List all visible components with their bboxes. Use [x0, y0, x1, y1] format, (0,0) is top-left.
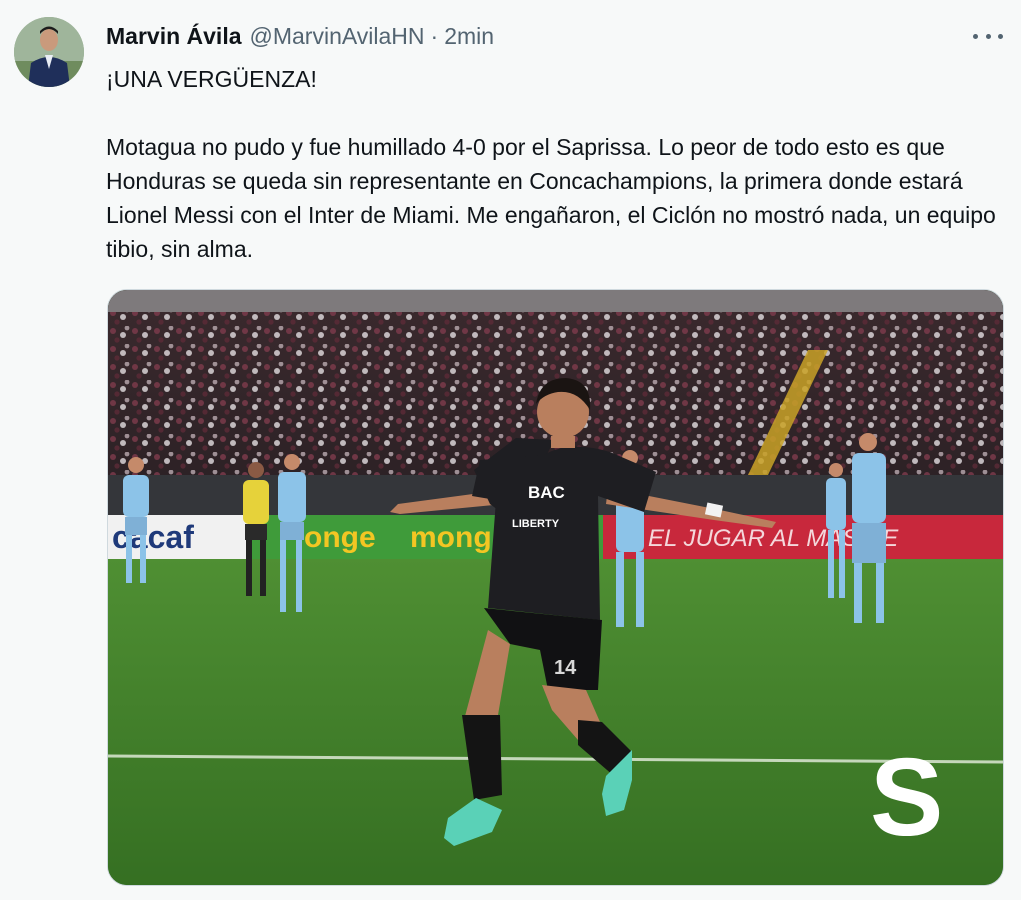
- avatar-photo: [14, 17, 84, 87]
- more-dot: [973, 33, 978, 39]
- tweet-text: ¡UNA VERGÜENZA! Motagua no pudo y fue hu…: [106, 62, 1006, 266]
- tweet-timestamp[interactable]: 2min: [444, 23, 494, 50]
- tweet-body: Motagua no pudo y fue humillado 4-0 por …: [106, 134, 996, 262]
- jersey-sponsor-liberty: LIBERTY: [512, 518, 560, 530]
- more-options-icon[interactable]: [973, 26, 1003, 46]
- stand-roof: [108, 290, 1003, 312]
- author-avatar[interactable]: [14, 17, 84, 87]
- more-dot: [985, 33, 991, 39]
- tweet-header: Marvin Ávila @MarvinAvilaHN · 2min: [106, 22, 494, 50]
- more-dot: [998, 33, 1003, 39]
- ad-board-left-text: cacaf: [112, 519, 194, 555]
- club-mark-letter: S: [870, 736, 943, 859]
- saprissa-club-mark: S: [870, 736, 943, 859]
- ad-board-mid-text-2: mong: [410, 521, 492, 554]
- author-name[interactable]: Marvin Ávila: [106, 23, 242, 50]
- ad-board-mid-text-1: onge: [304, 521, 376, 554]
- jersey-sponsor-bac: BAC: [528, 483, 565, 502]
- tweet-headline: ¡UNA VERGÜENZA!: [106, 66, 317, 92]
- author-handle[interactable]: @MarvinAvilaHN: [250, 23, 425, 50]
- separator-dot: ·: [430, 22, 439, 49]
- tweet-photo[interactable]: cacaf onge mong EL JUGAR AL MAS DE BAC L…: [107, 289, 1004, 886]
- shorts-number: 14: [554, 657, 577, 679]
